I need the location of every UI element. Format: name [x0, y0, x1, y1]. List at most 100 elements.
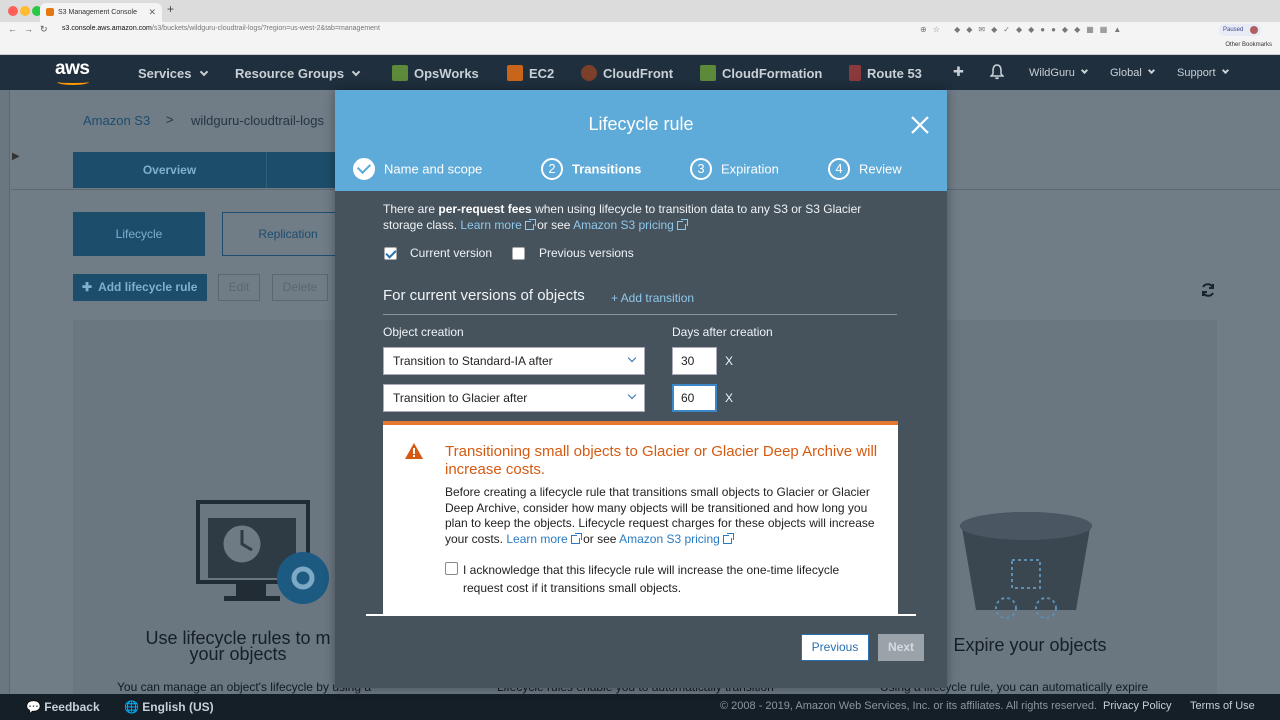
address-bar: ←→↻ s3.console.aws.amazon.com/s3/buckets…	[0, 22, 1280, 38]
shortcut-cloudfront[interactable]: CloudFront	[581, 65, 674, 82]
aws-logo[interactable]: aws	[55, 58, 91, 86]
warning-icon	[405, 443, 423, 459]
shortcut-label: CloudFront	[603, 66, 674, 81]
services-menu[interactable]: Services	[138, 66, 208, 81]
browser-tab[interactable]: S3 Management Console ✕	[40, 3, 162, 22]
chevron-down-icon	[627, 390, 637, 400]
add-transition-link[interactable]: + Add transition	[611, 291, 694, 305]
step-expiration[interactable]: 3 Expiration	[690, 158, 779, 180]
close-icon[interactable]	[909, 114, 931, 136]
cost-warning-alert: Transitioning small objects to Glacier o…	[383, 421, 898, 615]
days-input[interactable]: 30	[672, 347, 717, 375]
learn-more-link[interactable]: Learn more	[460, 218, 536, 232]
support-menu[interactable]: Support	[1177, 66, 1229, 79]
console-footer: 💬 Feedback 🌐 English (US) © 2008 - 2019,…	[0, 694, 1280, 720]
chevron-down-icon	[1147, 66, 1155, 75]
transition-select[interactable]: Transition to Standard-IA after	[383, 347, 645, 375]
remove-transition-button[interactable]: X	[725, 391, 733, 405]
shortcut-label: CloudFormation	[722, 66, 823, 81]
transition-select-value: Transition to Standard-IA after	[393, 354, 553, 368]
aws-top-nav: aws Services Resource Groups OpsWorks EC…	[0, 55, 1280, 90]
pin-icon[interactable]: ✚	[953, 64, 964, 80]
side-nav-collapsed[interactable]	[0, 90, 10, 694]
tab-overview[interactable]: Overview	[73, 152, 266, 188]
new-tab-icon[interactable]: +	[167, 2, 174, 16]
shortcut-opsworks[interactable]: OpsWorks	[392, 65, 479, 82]
current-version-checkbox[interactable]	[384, 247, 397, 260]
acknowledge-label: I acknowledge that this lifecycle rule w…	[463, 563, 840, 595]
learn-more-label: Learn more	[506, 531, 568, 546]
breadcrumb-root[interactable]: Amazon S3	[83, 113, 150, 128]
extension-icons[interactable]: ⊕☆ ◆◆✉◆✓◆◆●●◆◆▦▦▲	[920, 25, 1127, 34]
chevron-down-icon	[627, 353, 637, 363]
resource-groups-menu[interactable]: Resource Groups	[235, 66, 361, 81]
bucket-illustration-icon	[960, 512, 1092, 619]
browser-nav-buttons[interactable]: ←→↻	[8, 24, 55, 35]
support-label: Support	[1177, 67, 1216, 79]
expand-sidebar-icon[interactable]: ▶	[12, 151, 20, 162]
shortcut-cloudformation[interactable]: CloudFormation	[700, 65, 823, 82]
region-menu[interactable]: Global	[1110, 66, 1155, 79]
chevron-down-icon	[199, 67, 208, 77]
paused-label: Paused	[1223, 27, 1244, 33]
close-window-icon[interactable]	[8, 6, 18, 16]
empty-state-title-right: Expire your objects	[953, 635, 1107, 655]
pricing-label: Amazon S3 pricing	[573, 218, 674, 232]
step-label: Name and scope	[384, 161, 483, 177]
refresh-icon[interactable]	[1200, 282, 1216, 298]
privacy-policy-link[interactable]: Privacy Policy	[1103, 700, 1171, 712]
add-lifecycle-rule-button[interactable]: ✚ Add lifecycle rule	[73, 274, 207, 301]
fee-bold: per-request fees	[438, 202, 532, 216]
step-label: Expiration	[721, 161, 779, 177]
shortcut-route53[interactable]: Route 53	[849, 65, 922, 82]
or-see-text: or see	[579, 531, 620, 546]
step-transitions[interactable]: 2 Transitions	[541, 158, 641, 180]
language-selector[interactable]: 🌐 English (US)	[124, 700, 214, 714]
days-input[interactable]: 60	[672, 384, 717, 412]
learn-more-link[interactable]: Learn more	[506, 531, 582, 546]
fee-info-text: There are per-request fees when using li…	[383, 201, 883, 233]
speech-bubble-icon: 💬	[26, 700, 41, 714]
left-title-line2: your objects	[189, 644, 287, 664]
url-host: s3.console.aws.amazon.com	[62, 25, 152, 32]
other-bookmarks[interactable]: Other Bookmarks	[1225, 42, 1272, 48]
fee-pre: There are	[383, 202, 439, 216]
delete-button[interactable]: Delete	[272, 274, 328, 301]
object-creation-header: Object creation	[383, 325, 464, 339]
transition-select[interactable]: Transition to Glacier after	[383, 384, 645, 412]
acknowledge-checkbox[interactable]	[445, 562, 458, 575]
minimize-window-icon[interactable]	[20, 6, 30, 16]
shortcut-ec2[interactable]: EC2	[507, 65, 554, 82]
account-menu[interactable]: WildGuru	[1029, 66, 1088, 79]
tab-properties[interactable]	[266, 152, 336, 188]
previous-versions-checkbox[interactable]	[512, 247, 525, 260]
remove-transition-button[interactable]: X	[725, 354, 733, 368]
next-button[interactable]: Next	[878, 634, 924, 661]
previous-button[interactable]: Previous	[801, 634, 869, 661]
resource-groups-label: Resource Groups	[235, 66, 345, 81]
modal-body[interactable]: There are per-request fees when using li…	[335, 191, 947, 615]
edit-button[interactable]: Edit	[218, 274, 260, 301]
external-link-icon	[722, 532, 734, 544]
breadcrumb-bucket: wildguru-cloudtrail-logs	[191, 113, 324, 128]
feedback-label: Feedback	[44, 700, 100, 714]
terms-of-use-link[interactable]: Terms of Use	[1190, 700, 1255, 712]
learn-more-label: Learn more	[460, 218, 522, 232]
days-after-creation-header: Days after creation	[672, 325, 773, 339]
external-link-icon	[524, 219, 536, 230]
modal-footer-divider	[366, 614, 916, 616]
step-name-and-scope[interactable]: Name and scope	[353, 158, 482, 180]
pricing-link[interactable]: Amazon S3 pricing	[573, 218, 688, 232]
pricing-label: Amazon S3 pricing	[619, 531, 720, 546]
close-tab-icon[interactable]: ✕	[148, 3, 156, 22]
cloudfront-icon	[581, 65, 597, 82]
globe-icon: 🌐	[124, 700, 139, 714]
step-review[interactable]: 4 Review	[828, 158, 902, 180]
profile-paused-badge[interactable]: Paused	[1219, 24, 1261, 36]
url-field[interactable]: s3.console.aws.amazon.com/s3/buckets/wil…	[62, 25, 380, 32]
lifecycle-button[interactable]: Lifecycle	[73, 212, 205, 256]
feedback-link[interactable]: 💬 Feedback	[26, 700, 100, 714]
aws-favicon-icon	[46, 8, 54, 16]
bell-icon[interactable]	[990, 64, 1004, 80]
pricing-link[interactable]: Amazon S3 pricing	[619, 531, 734, 546]
